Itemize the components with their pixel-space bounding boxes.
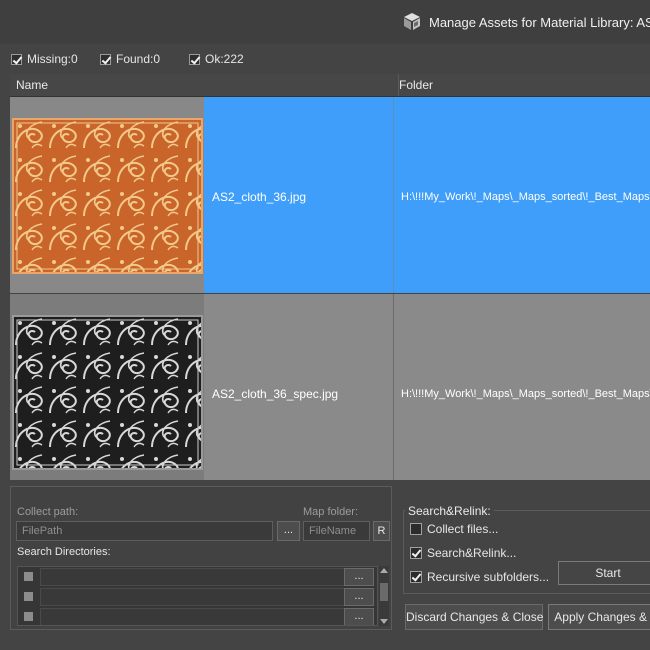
column-divider: [393, 97, 394, 293]
check-icon: [100, 53, 111, 65]
checkbox[interactable]: [24, 612, 33, 621]
recursive-subfolders-label: Recursive subfolders...: [427, 570, 550, 584]
found-filter-label: Found:0: [116, 52, 161, 66]
browse-directory-button[interactable]: ...: [344, 608, 374, 625]
collect-files-checkbox[interactable]: Collect files...: [410, 522, 498, 536]
search-relink-title: Search&Relink:: [405, 504, 494, 518]
browse-directory-button[interactable]: ...: [344, 588, 374, 606]
search-relink-label: Search&Relink...: [427, 546, 517, 560]
column-header-name[interactable]: Name: [10, 74, 399, 96]
search-directories-list[interactable]: ... ... ...: [17, 566, 378, 626]
checkbox[interactable]: [24, 592, 33, 601]
title-bar: Manage Assets for Material Library: AS_v: [0, 0, 650, 44]
table-row[interactable]: AS2_cloth_36.jpg H:\!!!My_Work\!_Maps\_M…: [10, 97, 650, 293]
directories-scrollbar[interactable]: [379, 566, 389, 626]
table-row[interactable]: AS2_cloth_36_spec.jpg H:\!!!My_Work\!_Ma…: [10, 294, 650, 480]
list-item[interactable]: ...: [18, 607, 377, 625]
map-folder-input[interactable]: FileName: [303, 521, 370, 541]
ok-filter-label: Ok:222: [205, 52, 244, 66]
assets-app-icon: [404, 13, 420, 30]
texture-thumbnail-orange: [12, 118, 203, 274]
directory-path-field[interactable]: [40, 568, 351, 586]
apply-changes-label: Apply Changes & C: [554, 610, 650, 624]
column-header-folder[interactable]: Folder: [393, 74, 650, 96]
file-name: AS2_cloth_36.jpg: [212, 190, 307, 204]
collect-panel: Collect path: FilePath ... Map folder: F…: [10, 486, 392, 630]
directory-path-field[interactable]: [40, 608, 351, 625]
recursive-subfolders-checkbox[interactable]: Recursive subfolders...: [410, 570, 549, 584]
directory-path-field[interactable]: [40, 588, 351, 606]
missing-filter-label: Missing:0: [27, 52, 78, 66]
browse-collect-path-button[interactable]: ...: [277, 521, 300, 541]
discard-changes-close-button[interactable]: Discard Changes & Close: [405, 604, 543, 630]
check-icon: [11, 53, 22, 65]
folder-path: H:\!!!My_Work\!_Maps\_Maps_sorted\!_Best…: [401, 191, 650, 203]
scroll-thumb[interactable]: [380, 583, 388, 601]
file-name: AS2_cloth_36_spec.jpg: [212, 387, 339, 401]
thumbnail-cell: [10, 97, 204, 293]
list-item[interactable]: ...: [18, 587, 377, 607]
r-button[interactable]: R: [373, 521, 390, 541]
column-divider: [393, 294, 394, 480]
collect-path-label: Collect path:: [17, 506, 79, 518]
thumbnail-cell: [10, 294, 204, 480]
scroll-up-icon[interactable]: [380, 568, 388, 573]
collect-path-input[interactable]: FilePath: [16, 521, 273, 541]
checkbox-icon: [410, 523, 422, 535]
missing-filter-checkbox[interactable]: Missing:0: [11, 52, 78, 66]
folder-path: H:\!!!My_Work\!_Maps\_Maps_sorted\!_Best…: [401, 388, 650, 400]
found-filter-checkbox[interactable]: Found:0: [100, 52, 160, 66]
ok-filter-checkbox[interactable]: Ok:222: [189, 52, 244, 66]
search-directories-label: Search Directories:: [17, 546, 111, 558]
browse-directory-button[interactable]: ...: [344, 568, 374, 586]
apply-changes-close-button[interactable]: Apply Changes & C: [548, 604, 650, 630]
list-item[interactable]: ...: [18, 567, 377, 587]
check-icon: [410, 547, 422, 559]
start-button[interactable]: Start: [558, 561, 650, 585]
table-header: Name Folder: [10, 74, 650, 97]
status-filters: Missing:0 Found:0 Ok:222: [0, 44, 650, 72]
collect-files-label: Collect files...: [427, 522, 499, 536]
check-icon: [410, 571, 422, 583]
scroll-down-icon[interactable]: [380, 619, 388, 624]
checkbox[interactable]: [24, 572, 33, 581]
search-relink-checkbox[interactable]: Search&Relink...: [410, 546, 516, 560]
texture-thumbnail-grey: [12, 315, 203, 470]
check-icon: [189, 53, 200, 65]
map-folder-label: Map folder:: [303, 506, 359, 518]
window-title: Manage Assets for Material Library: AS_v: [429, 15, 650, 30]
